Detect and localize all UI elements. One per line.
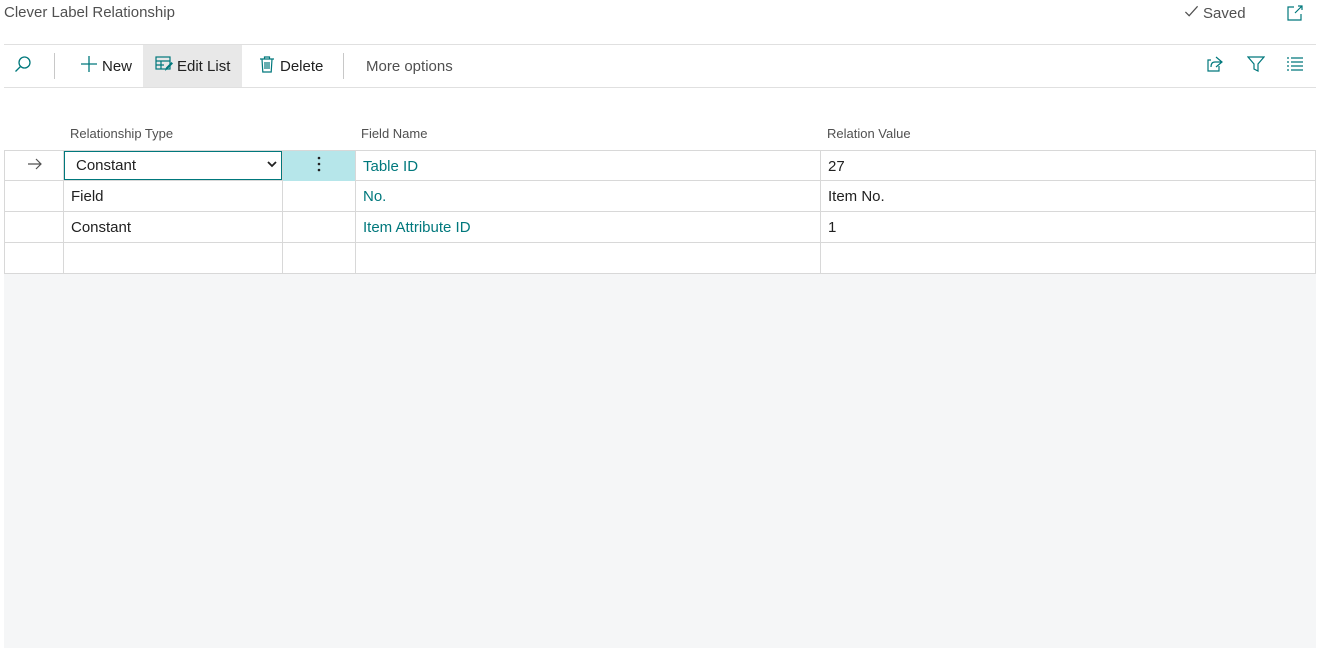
grid-empty-area bbox=[4, 274, 1316, 648]
row-selector[interactable] bbox=[4, 212, 64, 242]
row-actions-menu[interactable] bbox=[282, 151, 355, 181]
row-selector[interactable] bbox=[4, 243, 64, 273]
relationship-type-cell[interactable] bbox=[63, 243, 282, 273]
delete-button[interactable]: Delete bbox=[254, 45, 327, 87]
relation-value-cell[interactable]: 27 bbox=[820, 151, 1316, 181]
toolbar-separator bbox=[343, 53, 344, 79]
relation-value-cell[interactable]: 1 bbox=[820, 212, 1316, 242]
field-name-link[interactable]: Table ID bbox=[355, 151, 820, 181]
relationship-type-cell[interactable]: Field bbox=[63, 181, 282, 211]
saved-label: Saved bbox=[1203, 5, 1246, 22]
title-bar: Clever Label Relationship Saved bbox=[0, 0, 1329, 44]
filter-icon bbox=[1246, 55, 1266, 77]
relationship-type-value: Constant bbox=[76, 157, 137, 174]
new-label: New bbox=[102, 57, 133, 75]
list-view-button[interactable] bbox=[1286, 45, 1304, 87]
table-row[interactable]: Constant Table ID 27 bbox=[4, 150, 1316, 181]
edit-list-label: Edit List bbox=[177, 57, 231, 75]
table-row[interactable]: Field No. Item No. bbox=[4, 181, 1316, 212]
column-header-relationship-type[interactable]: Relationship Type bbox=[70, 126, 173, 141]
row-actions-menu[interactable] bbox=[282, 181, 355, 211]
row-selector[interactable] bbox=[4, 151, 64, 181]
open-new-window-icon[interactable] bbox=[1286, 4, 1304, 22]
edit-list-icon bbox=[155, 55, 173, 77]
search-button[interactable] bbox=[14, 45, 36, 87]
field-name-link[interactable]: No. bbox=[355, 181, 820, 211]
saved-status: Saved bbox=[1184, 4, 1246, 23]
relation-value-cell[interactable] bbox=[820, 243, 1316, 273]
plus-icon bbox=[80, 55, 98, 77]
edit-list-button[interactable]: Edit List bbox=[143, 45, 242, 87]
trash-icon bbox=[258, 55, 276, 77]
new-button[interactable]: New bbox=[76, 45, 136, 87]
list-icon bbox=[1286, 55, 1304, 77]
more-vertical-icon bbox=[317, 156, 321, 176]
field-name-link[interactable] bbox=[355, 243, 820, 273]
relationship-type-cell[interactable]: Constant bbox=[63, 151, 282, 181]
column-header-relation-value[interactable]: Relation Value bbox=[827, 126, 911, 141]
row-actions-menu[interactable] bbox=[282, 243, 355, 273]
share-icon bbox=[1206, 55, 1224, 77]
more-options-button[interactable]: More options bbox=[366, 45, 453, 87]
more-options-label: More options bbox=[366, 57, 453, 75]
relationship-grid: Constant Table ID 27 Field No. Item No. … bbox=[4, 150, 1316, 274]
checkmark-icon bbox=[1184, 4, 1199, 23]
column-header-field-name[interactable]: Field Name bbox=[361, 126, 427, 141]
table-row[interactable] bbox=[4, 243, 1316, 274]
field-name-link[interactable]: Item Attribute ID bbox=[355, 212, 820, 242]
share-button[interactable] bbox=[1206, 45, 1224, 87]
action-bar: New Edit List Delete More options bbox=[4, 45, 1316, 87]
relation-value-cell[interactable]: Item No. bbox=[820, 181, 1316, 211]
action-bar-divider bbox=[4, 87, 1316, 88]
search-icon bbox=[14, 55, 32, 77]
row-selector[interactable] bbox=[4, 181, 64, 211]
filter-button[interactable] bbox=[1246, 45, 1266, 87]
row-actions-menu[interactable] bbox=[282, 212, 355, 242]
delete-label: Delete bbox=[280, 57, 324, 75]
chevron-down-icon bbox=[266, 157, 278, 174]
relationship-type-select[interactable]: Constant bbox=[64, 151, 282, 180]
page-title: Clever Label Relationship bbox=[4, 4, 175, 21]
toolbar-separator bbox=[54, 53, 55, 79]
relationship-type-cell[interactable]: Constant bbox=[63, 212, 282, 242]
table-row[interactable]: Constant Item Attribute ID 1 bbox=[4, 212, 1316, 243]
arrow-right-icon bbox=[27, 156, 43, 176]
